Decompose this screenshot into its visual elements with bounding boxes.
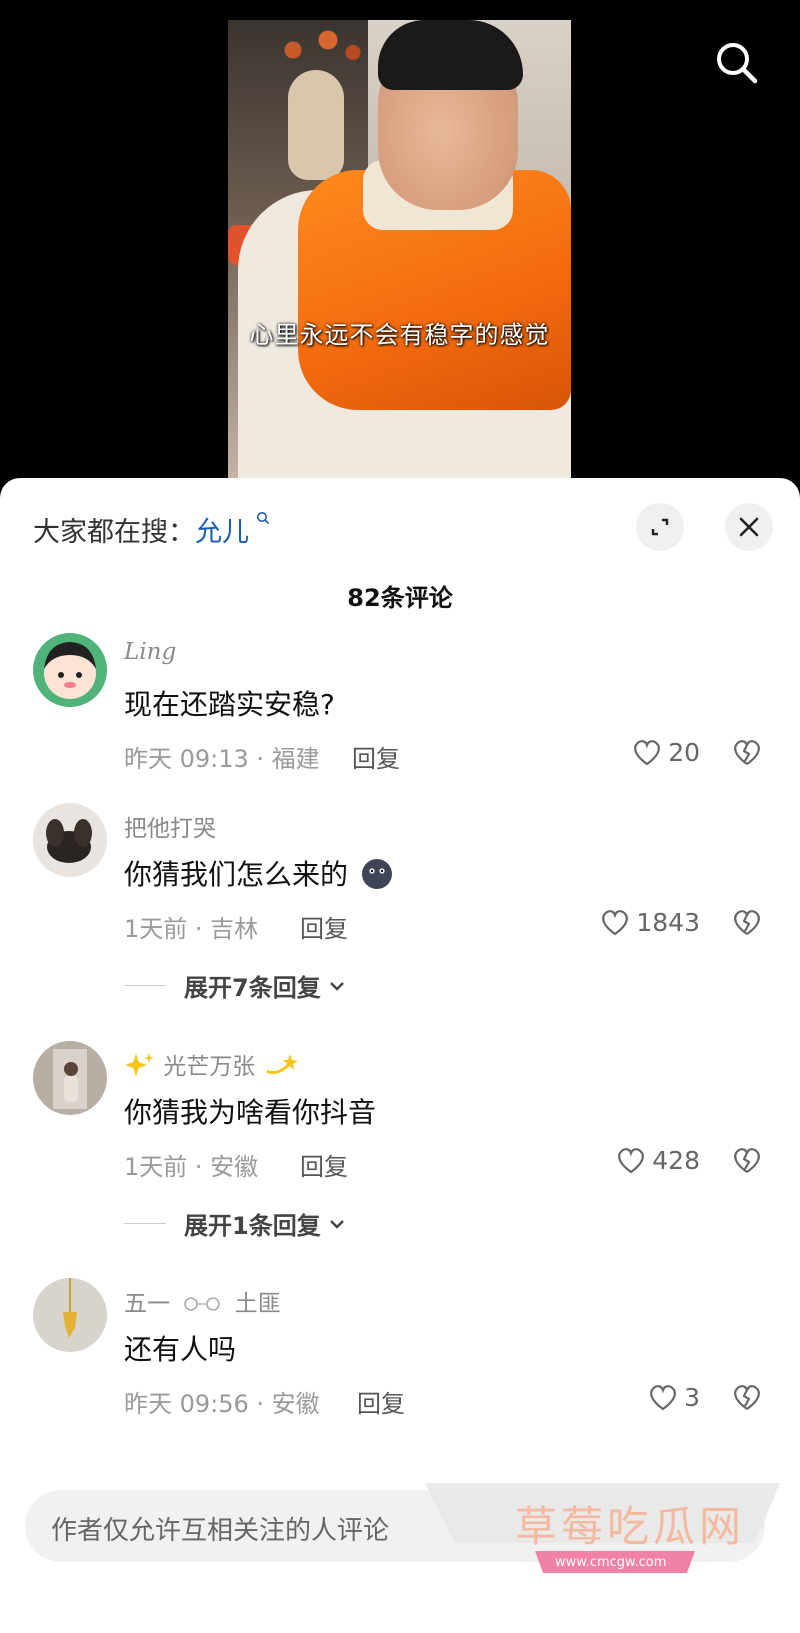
vase bbox=[288, 70, 344, 180]
comment-text: 你猜我为啥看你抖音 bbox=[124, 1096, 377, 1129]
emoji-icon bbox=[361, 859, 392, 889]
chevron-down-icon bbox=[329, 981, 344, 991]
watermark: 草莓吃瓜网 www.cmcgw.com bbox=[425, 1483, 780, 1578]
heart-icon bbox=[602, 910, 629, 936]
swirl-decoration-icon bbox=[184, 1297, 221, 1311]
dislike-button[interactable] bbox=[730, 1382, 764, 1416]
avatar[interactable] bbox=[33, 1041, 107, 1115]
dislike-button[interactable] bbox=[730, 907, 764, 941]
like-button[interactable]: 1843 bbox=[598, 907, 700, 937]
like-button[interactable]: 20 bbox=[630, 737, 700, 767]
comment-count: 82条评论 bbox=[347, 584, 453, 612]
reply-button[interactable]: 回复 bbox=[300, 1147, 348, 1182]
comment-meta: 昨天 09:13 · 福建 bbox=[124, 745, 320, 773]
watermark-title: 草莓吃瓜网 bbox=[515, 1502, 746, 1551]
chevron-down-icon bbox=[329, 1219, 344, 1229]
heart-icon bbox=[634, 740, 661, 766]
username-text: 五一 bbox=[124, 1291, 170, 1317]
comment-username[interactable]: 把他打哭 bbox=[124, 809, 216, 843]
search-icon[interactable] bbox=[712, 38, 762, 88]
comment-text: 还有人吗 bbox=[124, 1333, 237, 1366]
expand-replies-label: 展开7条回复 bbox=[184, 974, 321, 1002]
comment-text-content: 你猜我们怎么来的 bbox=[124, 858, 349, 891]
flowers bbox=[273, 20, 373, 70]
reply-button[interactable]: 回复 bbox=[357, 1384, 405, 1419]
close-icon bbox=[739, 517, 759, 537]
username-suffix: 土匪 bbox=[234, 1291, 281, 1317]
username-text: 光芒万张 bbox=[163, 1054, 256, 1080]
comment-username[interactable]: Ling bbox=[124, 639, 176, 665]
like-count: 428 bbox=[652, 1145, 700, 1175]
divider bbox=[124, 1223, 166, 1224]
broken-heart-icon bbox=[734, 740, 760, 765]
hair bbox=[378, 20, 523, 90]
broken-heart-icon bbox=[734, 1148, 760, 1173]
comment-meta: 1天前 · 安徽 bbox=[124, 1153, 259, 1181]
expand-replies-label: 展开1条回复 bbox=[184, 1212, 321, 1240]
hot-search[interactable]: 大家都在搜：允儿 bbox=[33, 510, 270, 549]
expand-replies-button[interactable]: 展开7条回复 bbox=[124, 968, 347, 1003]
avatar[interactable] bbox=[33, 633, 107, 707]
comment-username[interactable]: 五一 土匪 bbox=[124, 1284, 281, 1318]
like-button[interactable]: 3 bbox=[646, 1382, 700, 1412]
comment-meta: 昨天 09:56 · 安徽 bbox=[124, 1390, 320, 1418]
like-count: 20 bbox=[668, 737, 700, 767]
heart-icon bbox=[618, 1148, 645, 1174]
comment-text: 现在还踏实安稳? bbox=[124, 688, 335, 721]
heart-icon bbox=[650, 1385, 676, 1411]
like-button[interactable]: 428 bbox=[614, 1145, 700, 1175]
dislike-button[interactable] bbox=[730, 737, 764, 771]
reply-button[interactable]: 回复 bbox=[300, 909, 348, 944]
comment-meta: 1天前 · 吉林 bbox=[124, 915, 259, 943]
search-mini-icon bbox=[251, 510, 270, 529]
avatar[interactable] bbox=[33, 1278, 107, 1352]
reply-button[interactable]: 回复 bbox=[352, 739, 400, 774]
like-count: 3 bbox=[684, 1382, 700, 1412]
video-subtitle: 心里永远不会有稳字的感觉 bbox=[249, 321, 550, 349]
like-count: 1843 bbox=[636, 907, 700, 937]
broken-heart-icon bbox=[734, 910, 760, 935]
comment-input-placeholder: 作者仅允许互相关注的人评论 bbox=[51, 1516, 390, 1546]
close-button[interactable] bbox=[725, 503, 773, 551]
comment-text: 你猜我们怎么来的 bbox=[124, 853, 393, 893]
watermark-url: www.cmcgw.com bbox=[555, 1555, 667, 1570]
sparkles-icon bbox=[125, 1053, 154, 1077]
comment-username[interactable]: 光芒万张 bbox=[124, 1047, 299, 1081]
broken-heart-icon bbox=[734, 1385, 760, 1410]
avatar[interactable] bbox=[33, 803, 107, 877]
expand-replies-button[interactable]: 展开1条回复 bbox=[124, 1206, 347, 1241]
dislike-button[interactable] bbox=[730, 1145, 764, 1179]
dizzy-star-icon bbox=[265, 1054, 298, 1075]
hot-search-term[interactable]: 允儿 bbox=[195, 517, 249, 548]
expand-button[interactable] bbox=[636, 503, 684, 551]
divider bbox=[124, 985, 166, 986]
video-player[interactable]: 心里永远不会有稳字的感觉 bbox=[228, 20, 571, 490]
expand-icon bbox=[651, 518, 669, 536]
comment-sheet: 大家都在搜：允儿 82条评论 Ling 现在还踏实安稳? 昨天 09:13 · … bbox=[0, 478, 800, 1633]
hot-search-prefix: 大家都在搜： bbox=[33, 517, 195, 548]
